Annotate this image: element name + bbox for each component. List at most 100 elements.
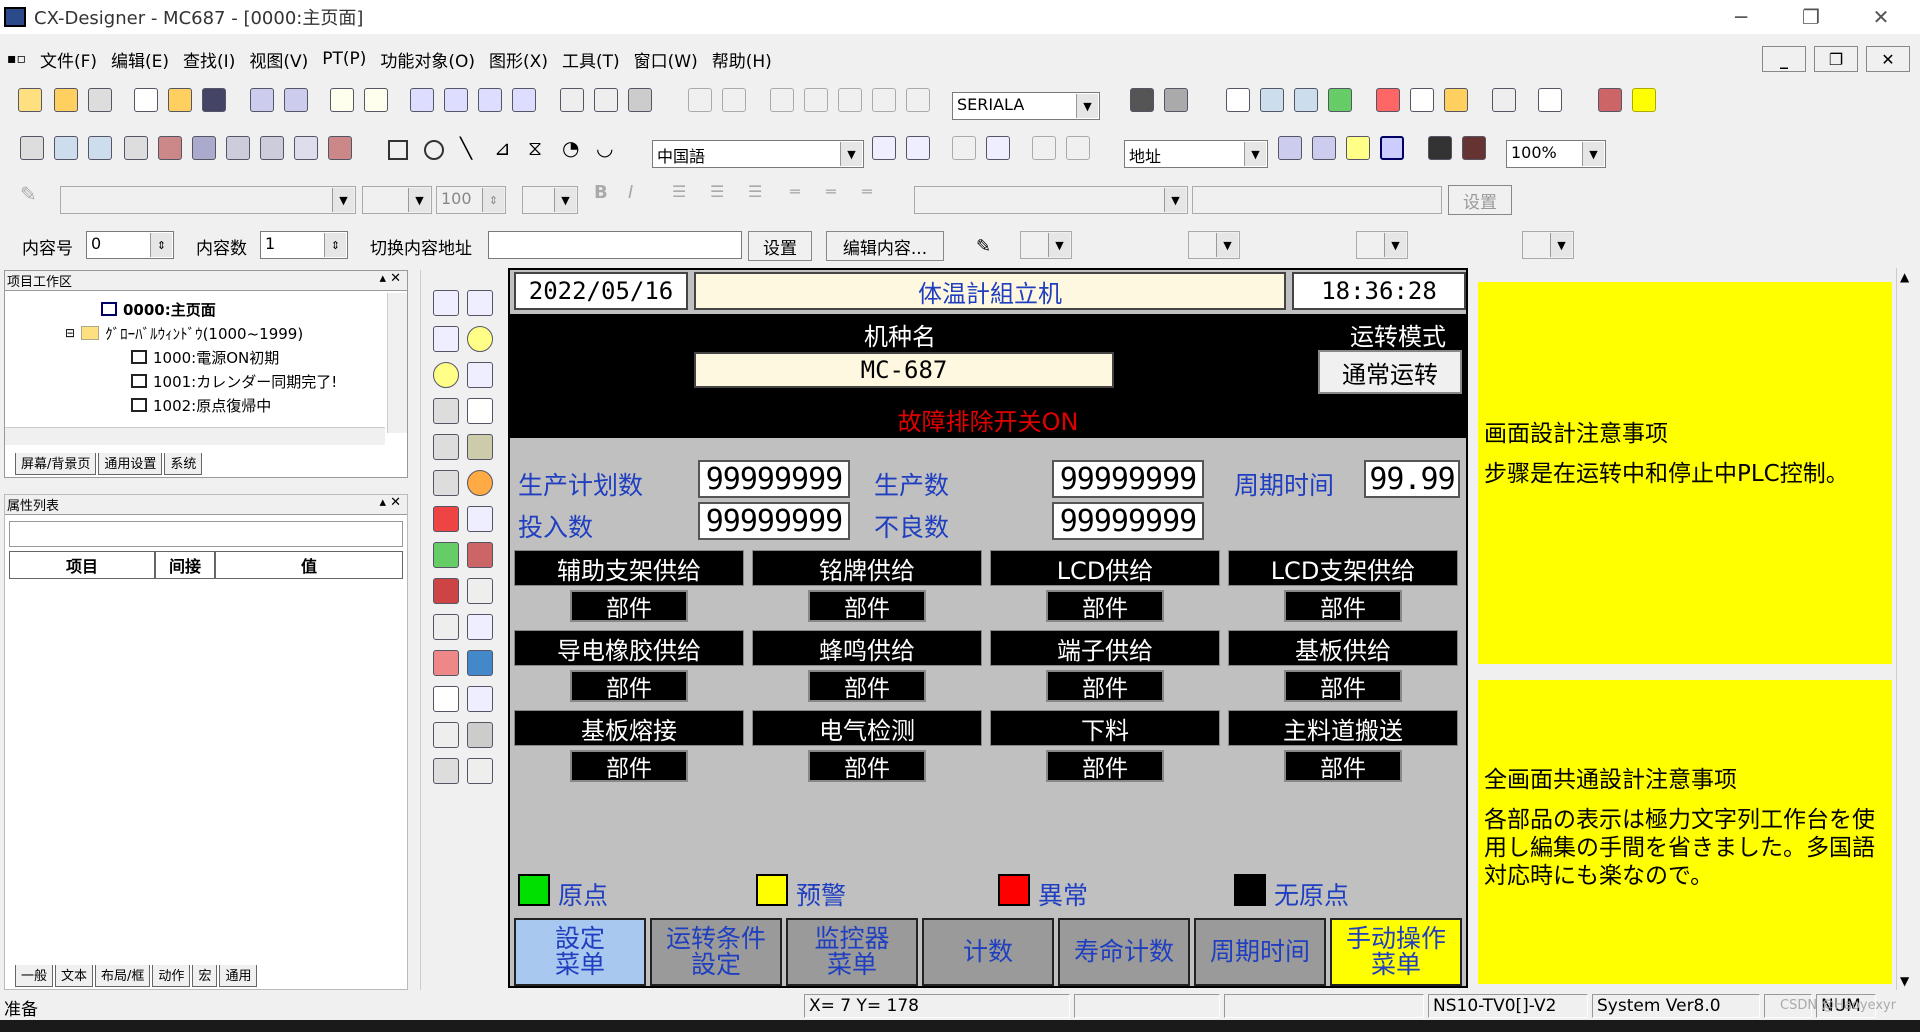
select-mode-icon[interactable] <box>294 136 318 160</box>
menu-pt[interactable]: PT(P) <box>315 49 373 69</box>
part-button[interactable]: 部件 <box>1284 750 1402 782</box>
new-project-icon[interactable] <box>18 88 42 112</box>
document-icon[interactable] <box>1410 88 1434 112</box>
new-screen-icon[interactable] <box>134 88 158 112</box>
color-select[interactable]: ▼ <box>522 186 578 214</box>
align-left-icon[interactable]: ☰ <box>672 182 696 206</box>
analog-meter-icon[interactable] <box>467 470 493 496</box>
part-button[interactable]: 部件 <box>570 750 688 782</box>
attr-select-4[interactable]: ▼ <box>1522 231 1574 259</box>
save-icon[interactable] <box>202 88 226 112</box>
object-value-input[interactable] <box>1192 186 1442 214</box>
frame-icon[interactable] <box>1492 88 1516 112</box>
mdi-restore-button[interactable]: ❐ <box>1814 46 1858 72</box>
command-button-icon[interactable] <box>433 326 459 352</box>
tab-macro[interactable]: 宏 <box>192 965 218 987</box>
collapse-icon[interactable]: ⊟ <box>65 326 75 340</box>
zoom-select[interactable]: 100% ▼ <box>1506 140 1606 168</box>
folder-icon[interactable] <box>1444 88 1468 112</box>
nav-monitor-menu[interactable]: 监控器 菜单 <box>786 918 918 986</box>
tree-item-main-page[interactable]: 0000:主页面 <box>101 297 337 321</box>
part-button[interactable]: 部件 <box>570 670 688 702</box>
font-select[interactable]: ▼ <box>60 186 356 214</box>
print-icon[interactable] <box>628 88 652 112</box>
nav-counter[interactable]: 计数 <box>922 918 1054 986</box>
canvas-vertical-scrollbar[interactable]: ▲ ▼ <box>1896 268 1916 990</box>
object-select[interactable]: ▼ <box>914 186 1188 214</box>
attr-select-1[interactable]: ▼ <box>1020 231 1072 259</box>
check-icon[interactable] <box>1226 88 1250 112</box>
edit-content-button[interactable]: 编辑内容... <box>826 231 944 261</box>
menu-find[interactable]: 查找(I) <box>176 47 242 72</box>
sector-tool-icon[interactable]: ◔ <box>562 136 586 160</box>
menu-help[interactable]: 帮助(H) <box>705 47 779 72</box>
label-prev-icon[interactable] <box>872 136 896 160</box>
tab-common[interactable]: 通用 <box>219 965 258 987</box>
frame-icon[interactable] <box>433 758 459 784</box>
part-button[interactable]: 部件 <box>1284 670 1402 702</box>
open-screen-icon[interactable] <box>168 88 192 112</box>
cut-icon[interactable] <box>770 88 794 112</box>
valign-bottom-icon[interactable]: ═ <box>862 182 886 206</box>
align-icon[interactable] <box>192 136 216 160</box>
screen-property-icon[interactable] <box>20 136 44 160</box>
open-project-icon[interactable] <box>54 88 78 112</box>
transfer-from-icon[interactable] <box>478 88 502 112</box>
page-next-icon[interactable] <box>986 136 1010 160</box>
tool-icon[interactable] <box>1376 88 1400 112</box>
format-set-button[interactable]: 设置 <box>1448 185 1512 215</box>
date-icon[interactable] <box>467 578 493 604</box>
layer-icon[interactable] <box>124 136 148 160</box>
transfer-icon[interactable] <box>410 88 434 112</box>
tree-item-1001[interactable]: 1001:カレンダー同期完了! <box>131 369 337 393</box>
switch-address-input[interactable] <box>488 231 742 259</box>
numeral-icon[interactable] <box>467 398 493 424</box>
dark-mode-icon[interactable] <box>1428 136 1452 160</box>
level-meter-icon[interactable] <box>433 506 459 532</box>
book-icon[interactable] <box>1598 88 1622 112</box>
tab-layout-frame[interactable]: 布局/框 <box>95 965 151 987</box>
arc-tool-icon[interactable]: ◡ <box>596 136 620 160</box>
duplicate-icon[interactable] <box>284 88 308 112</box>
part-button[interactable]: 部件 <box>1046 750 1164 782</box>
valign-top-icon[interactable]: ═ <box>790 182 814 206</box>
bit-lamp-icon[interactable] <box>467 326 493 352</box>
menu-view[interactable]: 视图(V) <box>242 47 315 72</box>
nav-settings-menu[interactable]: 設定 菜单 <box>514 918 646 986</box>
tree-item-1002[interactable]: 1002:原点復帰中 <box>131 393 337 417</box>
tab-system[interactable]: 系统 <box>164 453 203 475</box>
nav-manual-operation[interactable]: 手动操作 菜单 <box>1330 918 1462 986</box>
transfer-to-icon[interactable] <box>444 88 468 112</box>
brush-icon[interactable]: ✎ <box>976 236 1000 260</box>
bitmap-icon[interactable] <box>433 542 459 568</box>
frame-next-icon[interactable] <box>1066 136 1090 160</box>
address-select[interactable]: 地址 ▼ <box>1124 140 1268 168</box>
copy-icon[interactable] <box>804 88 828 112</box>
page-prev-icon[interactable] <box>952 136 976 160</box>
align-right-icon[interactable]: ☰ <box>748 182 772 206</box>
content-no-spinner[interactable]: 0 ⇕ <box>86 231 174 259</box>
part-button[interactable]: 部件 <box>808 670 926 702</box>
tree-horizontal-scrollbar[interactable] <box>5 427 385 445</box>
switch-view-icon[interactable] <box>1380 136 1404 160</box>
frame-prev-icon[interactable] <box>1032 136 1056 160</box>
document-icon[interactable] <box>433 722 459 748</box>
broken-line-icon[interactable] <box>467 506 493 532</box>
window-icon[interactable] <box>54 136 78 160</box>
undo-icon[interactable] <box>688 88 712 112</box>
show-id-icon[interactable] <box>1312 136 1336 160</box>
trend-graph-icon[interactable] <box>467 614 493 640</box>
valign-middle-icon[interactable]: ═ <box>826 182 850 206</box>
page-icon[interactable] <box>560 88 584 112</box>
data-log-icon[interactable] <box>467 686 493 712</box>
time-icon[interactable] <box>433 614 459 640</box>
background-icon[interactable] <box>1462 136 1486 160</box>
stamp-icon[interactable] <box>158 136 182 160</box>
line-tool-icon[interactable]: ╲ <box>460 136 484 160</box>
group-icon[interactable] <box>226 136 250 160</box>
part-button[interactable]: 部件 <box>1284 590 1402 622</box>
part-button[interactable]: 部件 <box>808 590 926 622</box>
word-lamp-icon[interactable] <box>433 362 459 388</box>
matrix-icon[interactable] <box>260 136 284 160</box>
part-button[interactable]: 部件 <box>808 750 926 782</box>
